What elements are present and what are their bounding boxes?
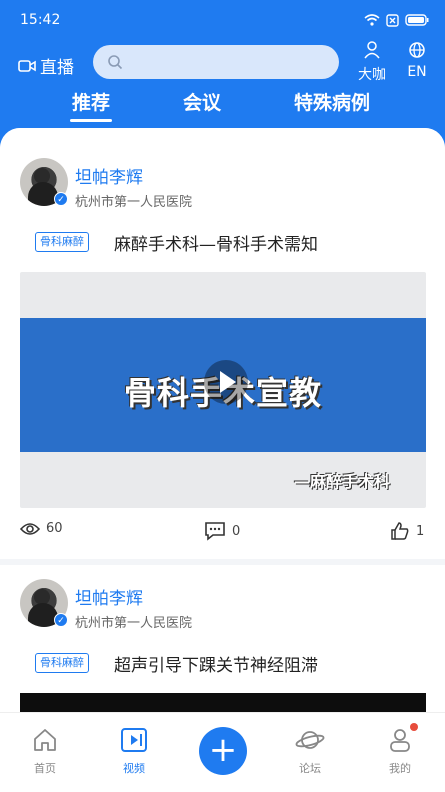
nav-profile[interactable]: 我的 [370, 723, 430, 776]
wifi-icon [364, 14, 380, 26]
sim-icon [386, 13, 399, 27]
expert-icon [364, 41, 380, 59]
likes-count: 1 [416, 523, 425, 539]
verified-icon: ✓ [54, 192, 68, 206]
thumbs-up-icon [391, 522, 409, 540]
nav-video[interactable]: 视频 [104, 727, 164, 776]
comments-stat[interactable]: 0 [204, 521, 240, 541]
feed: ✓ 坦帕李辉 杭州市第一人民医院 骨科麻醉 麻醉手术科—骨科手术需知 骨科手术宣… [0, 128, 445, 712]
nav-forum[interactable]: 论坛 [280, 727, 340, 776]
globe-icon [409, 42, 425, 58]
video-subtitle: —麻醉手术科 [293, 472, 390, 491]
post-hospital: 杭州市第一人民医院 [75, 195, 193, 210]
user-icon [390, 729, 410, 752]
video-player[interactable] [20, 693, 426, 712]
post-card[interactable]: ✓ 坦帕李辉 杭州市第一人民医院 骨科麻醉 超声引导下踝关节神经阻滞 [0, 565, 445, 712]
post-title[interactable]: 超声引导下踝关节神经阻滞 [114, 651, 318, 676]
status-time: 15:42 [20, 12, 61, 28]
comment-icon [205, 522, 225, 541]
post-author[interactable]: 坦帕李辉 [75, 163, 143, 188]
search-icon [108, 55, 123, 70]
expert-label: 大咖 [358, 67, 386, 83]
video-icon [121, 728, 147, 752]
language-button[interactable]: EN [402, 40, 432, 80]
category-tabs: 推荐 会议 特殊病例 [0, 88, 445, 122]
nav-video-label: 视频 [123, 762, 145, 775]
post-tag[interactable]: 骨科麻醉 [35, 653, 89, 673]
nav-home[interactable]: 首页 [15, 727, 75, 776]
video-player[interactable]: 骨科手术宣教 —麻醉手术科 [20, 272, 426, 508]
live-label: 直播 [40, 58, 74, 78]
post-title[interactable]: 麻醉手术科—骨科手术需知 [114, 230, 318, 255]
battery-icon [405, 14, 429, 26]
post-hospital: 杭州市第一人民医院 [75, 616, 193, 631]
status-icons [364, 13, 429, 27]
camera-icon [18, 59, 36, 72]
nav-home-label: 首页 [34, 762, 56, 775]
live-button[interactable]: 直播 [18, 53, 74, 78]
views-stat: 60 [20, 521, 63, 536]
play-icon[interactable] [204, 360, 248, 404]
home-icon [34, 729, 56, 751]
search-bar[interactable] [93, 45, 339, 79]
nav-profile-label: 我的 [389, 762, 411, 775]
language-label: EN [407, 64, 427, 80]
tab-recommend[interactable]: 推荐 [69, 88, 113, 122]
nav-forum-label: 论坛 [299, 762, 321, 775]
views-count: 60 [46, 521, 63, 536]
post-card[interactable]: ✓ 坦帕李辉 杭州市第一人民医院 骨科麻醉 麻醉手术科—骨科手术需知 骨科手术宣… [0, 128, 445, 558]
likes-stat[interactable]: 1 [390, 521, 424, 541]
tab-meetings[interactable]: 会议 [183, 88, 221, 115]
verified-icon: ✓ [54, 613, 68, 627]
tab-special-cases[interactable]: 特殊病例 [294, 88, 370, 115]
post-author[interactable]: 坦帕李辉 [75, 584, 143, 609]
comments-count: 0 [232, 523, 241, 539]
status-bar: 15:42 [20, 10, 429, 30]
post-tag[interactable]: 骨科麻醉 [35, 232, 89, 252]
post-stats: 60 0 1 [20, 521, 426, 547]
plus-icon[interactable]: + [199, 727, 247, 775]
eye-icon [20, 522, 40, 535]
bottom-nav: 首页 视频 + 论坛 我的 [0, 712, 445, 792]
search-input[interactable] [131, 54, 331, 70]
planet-icon [295, 731, 325, 749]
notification-dot [410, 723, 418, 731]
expert-button[interactable]: 大咖 [356, 40, 388, 84]
